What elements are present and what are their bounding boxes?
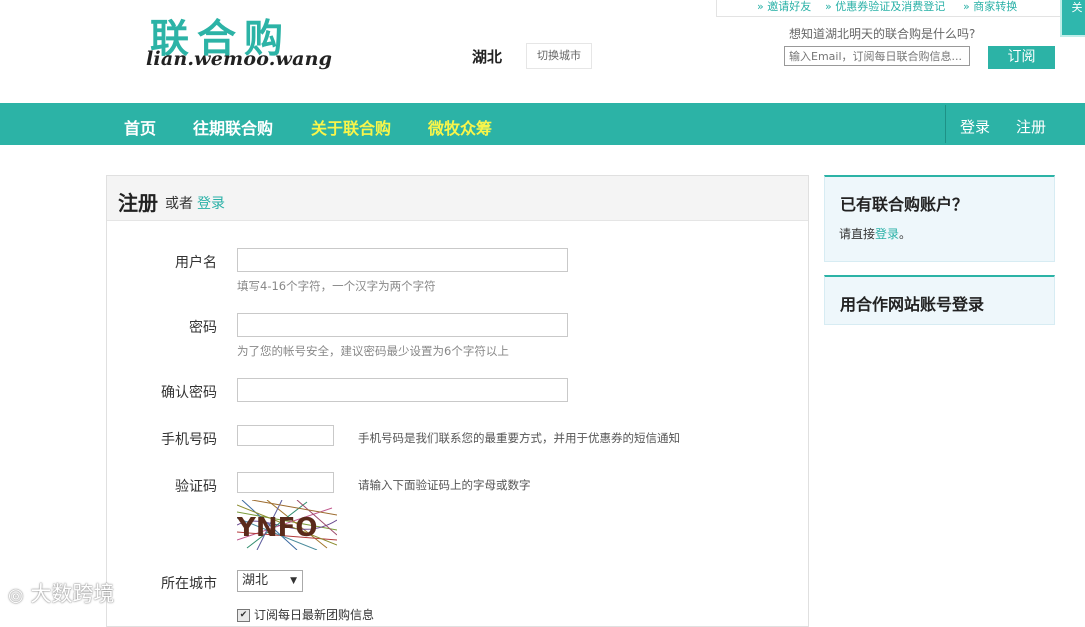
confirm-password-field[interactable] xyxy=(237,378,568,402)
subscribe-button[interactable]: 订阅 xyxy=(988,46,1055,69)
password-field[interactable] xyxy=(237,313,568,337)
has-account-box: 已有联合购账户？ 请直接登录。 xyxy=(824,175,1055,262)
city-select-label: 所在城市 xyxy=(161,576,217,592)
captcha-hint: 请输入下面验证码上的字母或数字 xyxy=(358,478,531,492)
main-nav: 首页 往期联合购 关于联合购 微牧众筹 登录 注册 xyxy=(0,103,1085,145)
chevron-down-icon: ▼ xyxy=(290,576,297,586)
password-label: 密码 xyxy=(189,320,217,336)
or-text: 或者 xyxy=(165,196,193,212)
nav-login[interactable]: 登录 xyxy=(960,116,990,137)
nav-divider xyxy=(945,105,946,143)
sidebar-login-link[interactable]: 登录 xyxy=(875,227,899,241)
partner-login-title: 用合作网站账号登录 xyxy=(840,295,985,314)
top-link-invite[interactable]: » 邀请好友 xyxy=(757,0,811,14)
corner-tab[interactable]: 关 xyxy=(1060,0,1085,37)
subscribe-checkbox-label: 订阅每日最新团购信息 xyxy=(254,608,375,622)
username-label: 用户名 xyxy=(175,255,217,271)
subscribe-checkbox[interactable]: ✔ xyxy=(237,609,250,622)
nav-about[interactable]: 关于联合购 xyxy=(311,115,391,139)
captcha-label: 验证码 xyxy=(175,479,217,495)
captcha-text: YNFO xyxy=(237,513,317,543)
watermark-icon: ◎ xyxy=(8,585,24,606)
captcha-image[interactable]: YNFO xyxy=(236,499,338,551)
watermark: ◎ 大数跨境 xyxy=(8,578,114,608)
has-account-prefix: 请直接 xyxy=(839,227,876,241)
page-title: 注册 xyxy=(118,191,158,215)
password-hint: 为了您的帐号安全，建议密码最少设置为6个字符以上 xyxy=(237,344,509,358)
phone-field[interactable] xyxy=(237,425,334,446)
subscribe-email-input[interactable] xyxy=(784,46,970,66)
has-account-title: 已有联合购账户？ xyxy=(840,195,969,214)
switch-city-button[interactable]: 切换城市 xyxy=(526,43,592,69)
username-hint: 填写4-16个字符，一个汉字为两个字符 xyxy=(237,279,436,293)
watermark-text: 大数跨境 xyxy=(30,582,115,606)
subscribe-checkbox-row[interactable]: ✔ 订阅每日最新团购信息 xyxy=(237,606,374,623)
has-account-text: 请直接登录。 xyxy=(839,225,911,242)
phone-hint: 手机号码是我们联系您的最重要方式，并用于优惠券的短信通知 xyxy=(358,431,680,445)
top-links-bar: » 邀请好友 » 优惠券验证及消费登记 » 商家转换 xyxy=(716,0,1061,17)
top-link-coupon[interactable]: » 优惠券验证及消费登记 xyxy=(825,0,945,14)
nav-past-deals[interactable]: 往期联合购 xyxy=(193,115,273,139)
register-panel: 注册 或者 登录 用户名 填写4-16个字符，一个汉字为两个字符 密码 为了您的… xyxy=(106,175,809,627)
nav-crowdfunding[interactable]: 微牧众筹 xyxy=(428,115,492,139)
confirm-password-label: 确认密码 xyxy=(161,385,217,401)
login-link[interactable]: 登录 xyxy=(197,193,225,213)
logo-domain: lian.wemoo.wang xyxy=(146,48,333,70)
phone-label: 手机号码 xyxy=(161,432,217,448)
partner-login-box: 用合作网站账号登录 xyxy=(824,275,1055,325)
nav-home[interactable]: 首页 xyxy=(124,115,156,139)
current-city: 湖北 xyxy=(472,48,503,66)
subscribe-question: 想知道湖北明天的联合购是什么吗? xyxy=(789,27,976,41)
top-link-merchant[interactable]: » 商家转换 xyxy=(963,0,1017,14)
nav-register[interactable]: 注册 xyxy=(1016,116,1046,137)
has-account-suffix: 。 xyxy=(899,227,912,241)
city-select-value: 湖北 xyxy=(242,573,269,588)
city-select[interactable]: 湖北 ▼ xyxy=(237,570,303,592)
register-panel-header: 注册 或者 登录 xyxy=(107,176,808,221)
captcha-field[interactable] xyxy=(237,472,334,493)
username-field[interactable] xyxy=(237,248,568,272)
